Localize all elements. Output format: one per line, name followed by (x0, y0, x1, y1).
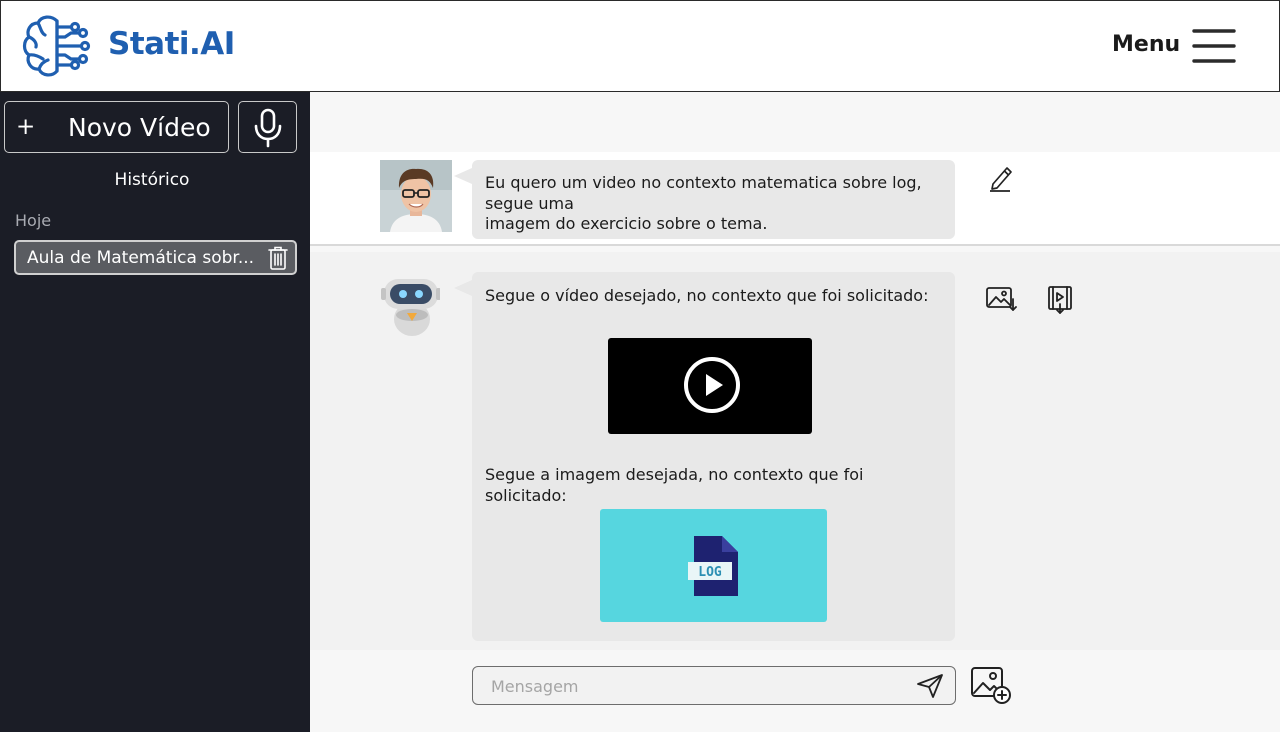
brain-circuit-logo-icon (21, 13, 91, 79)
new-video-label: Novo Vídeo (68, 113, 211, 142)
message-input-box (472, 666, 956, 705)
history-title: Histórico (114, 170, 190, 190)
trash-icon[interactable] (267, 245, 289, 276)
generated-image[interactable]: LOG (600, 509, 827, 622)
svg-text:LOG: LOG (698, 565, 722, 580)
robot-avatar-icon (380, 269, 441, 342)
play-icon (684, 357, 740, 413)
bot-message-bubble: Segue o vídeo desejado, no contexto que … (454, 272, 955, 641)
image-intro-text: Segue a imagem desejada, no contexto que… (485, 465, 864, 505)
message-input[interactable] (491, 675, 911, 697)
menu-label[interactable]: Menu (1112, 32, 1180, 57)
app-header: Stati.AI Menu (0, 0, 1280, 92)
edit-pencil-icon[interactable] (988, 164, 1014, 197)
log-file-icon: LOG (688, 536, 738, 596)
sidebar: + Novo Vídeo Histórico Hoje Aula de Mate… (0, 92, 310, 732)
microphone-button[interactable] (238, 101, 297, 153)
user-message-bubble: Eu quero um video no contexto matematica… (454, 160, 955, 239)
video-player[interactable] (608, 338, 812, 434)
user-message-row: Eu quero um video no contexto matematica… (310, 152, 1280, 246)
history-group-today: Hoje (15, 211, 52, 230)
history-item[interactable]: Aula de Matemática sobr... (14, 240, 297, 275)
brand-name: Stati.AI (108, 26, 235, 62)
bot-message-row: Segue o vídeo desejado, no contexto que … (310, 252, 1280, 650)
download-video-icon[interactable] (1047, 285, 1073, 320)
video-intro-text: Segue o vídeo desejado, no contexto que … (485, 286, 929, 305)
send-icon[interactable] (916, 673, 944, 704)
history-item-label: Aula de Matemática sobr... (27, 248, 255, 268)
user-avatar (380, 160, 452, 232)
plus-icon: + (16, 114, 36, 140)
hamburger-menu-icon[interactable] (1192, 27, 1236, 65)
chat-area: Eu quero um video no contexto matematica… (310, 92, 1280, 732)
download-image-icon[interactable] (985, 285, 1017, 318)
microphone-icon (254, 108, 282, 148)
user-message-text: Eu quero um video no contexto matematica… (485, 173, 922, 233)
add-image-icon[interactable] (970, 666, 1014, 711)
new-video-button[interactable]: + Novo Vídeo (4, 101, 229, 153)
